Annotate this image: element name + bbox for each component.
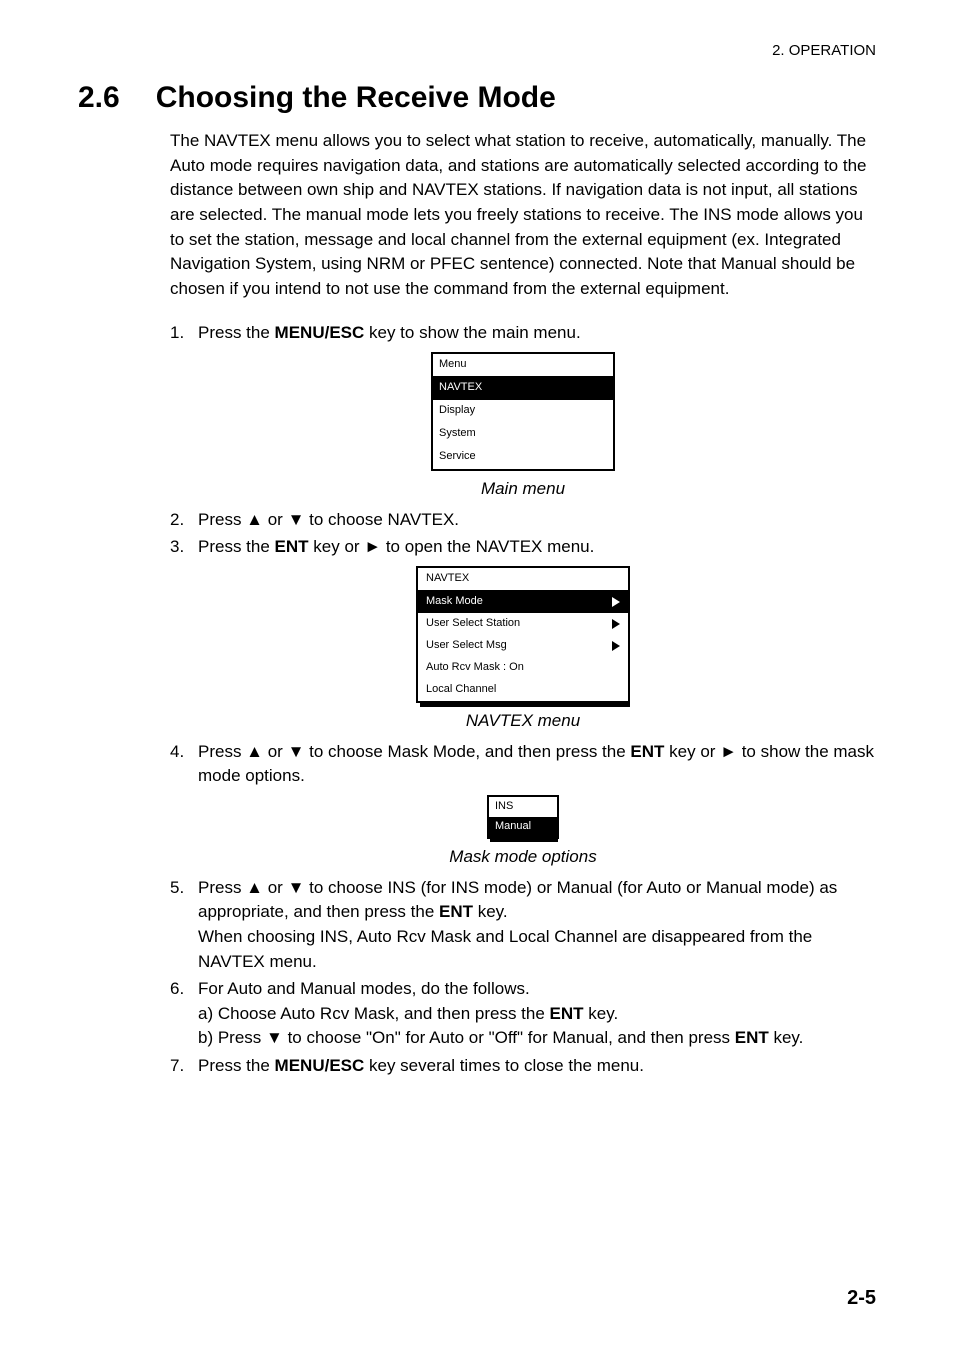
main-menu-item: NAVTEX [433, 377, 613, 400]
main-menu-titlebar: Menu [433, 354, 613, 377]
step-4: Press ▲ or ▼ to choose Mask Mode, and th… [198, 740, 876, 789]
figure-caption-main: Main menu [170, 477, 876, 502]
mask-mode-figure: INS Manual [487, 795, 559, 839]
navtex-menu-figure: NAVTEX Mask Mode User Select Station Use… [416, 566, 630, 703]
arrow-right-icon [612, 641, 620, 651]
running-header: 2. OPERATION [78, 42, 876, 59]
step-1: Press the MENU/ESC key to show the main … [198, 321, 876, 346]
step-number: 4. [170, 740, 198, 789]
step-number: 1. [170, 321, 198, 346]
figure-caption-mask: Mask mode options [170, 845, 876, 870]
step-7: Press the MENU/ESC key several times to … [198, 1054, 876, 1079]
section-title: Choosing the Receive Mode [156, 81, 556, 115]
mask-option: Manual [489, 817, 557, 837]
figure-caption-navtex: NAVTEX menu [170, 709, 876, 734]
main-menu-item: Service [433, 446, 613, 469]
navtex-menu-item: User Select Station [418, 613, 628, 635]
step-number: 7. [170, 1054, 198, 1079]
step-6: For Auto and Manual modes, do the follow… [198, 977, 876, 1051]
intro-paragraph: The NAVTEX menu allows you to select wha… [170, 129, 876, 301]
step-number: 3. [170, 535, 198, 560]
navtex-menu-item: Auto Rcv Mask : On [418, 657, 628, 679]
navtex-menu-titlebar: NAVTEX [418, 568, 628, 591]
step-number: 2. [170, 508, 198, 533]
section-number: 2.6 [78, 81, 120, 115]
main-menu-figure: Menu NAVTEX Display System Service [431, 352, 615, 471]
step-number: 6. [170, 977, 198, 1051]
main-menu-item: System [433, 423, 613, 446]
arrow-right-icon [612, 597, 620, 607]
step-2: Press ▲ or ▼ to choose NAVTEX. [198, 508, 876, 533]
navtex-menu-item: Mask Mode [418, 591, 628, 613]
mask-option: INS [489, 797, 557, 817]
page-number: 2-5 [847, 1287, 876, 1310]
navtex-menu-item: User Select Msg [418, 635, 628, 657]
arrow-right-icon [612, 619, 620, 629]
step-3: Press the ENT key or ► to open the NAVTE… [198, 535, 876, 560]
step-number: 5. [170, 876, 198, 975]
main-menu-item: Display [433, 400, 613, 423]
navtex-menu-item: Local Channel [418, 679, 628, 701]
step-5: Press ▲ or ▼ to choose INS (for INS mode… [198, 876, 876, 975]
